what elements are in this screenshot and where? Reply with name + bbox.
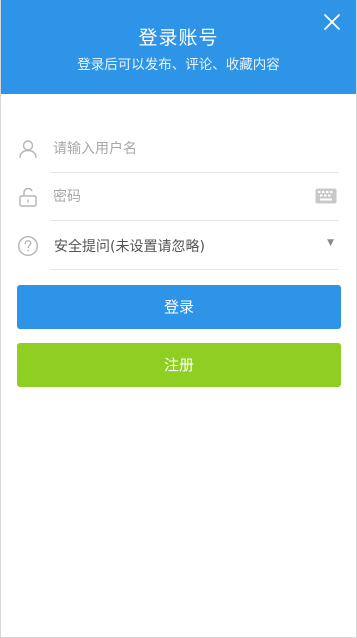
password-input[interactable] [53, 185, 293, 209]
security-question-select[interactable]: 安全提问(未设置请忽略) ▼ [1, 221, 356, 270]
register-button[interactable]: 注册 [17, 343, 341, 387]
security-question-value: 安全提问(未设置请忽略) [54, 239, 205, 255]
password-field-row [1, 172, 356, 221]
login-page: 登录账号 登录后可以发布、评论、收藏内容 请输入用户名 安全提问(未设置请忽略)… [0, 0, 357, 638]
login-button[interactable]: 登录 [17, 285, 341, 329]
page-subtitle: 登录后可以发布、评论、收藏内容 [77, 57, 280, 73]
username-input[interactable] [53, 137, 293, 161]
divider [51, 269, 339, 270]
page-title: 登录账号 [138, 27, 219, 49]
username-field-row [1, 124, 356, 173]
login-header: 登录账号 登录后可以发布、评论、收藏内容 [1, 0, 356, 94]
caret-down-icon: ▼ [327, 238, 334, 248]
close-icon [324, 14, 340, 30]
close-button[interactable] [322, 12, 342, 32]
question-circle-icon [17, 235, 39, 257]
keyboard-icon[interactable] [315, 188, 337, 204]
user-icon [17, 138, 39, 160]
unlock-icon [17, 186, 39, 208]
